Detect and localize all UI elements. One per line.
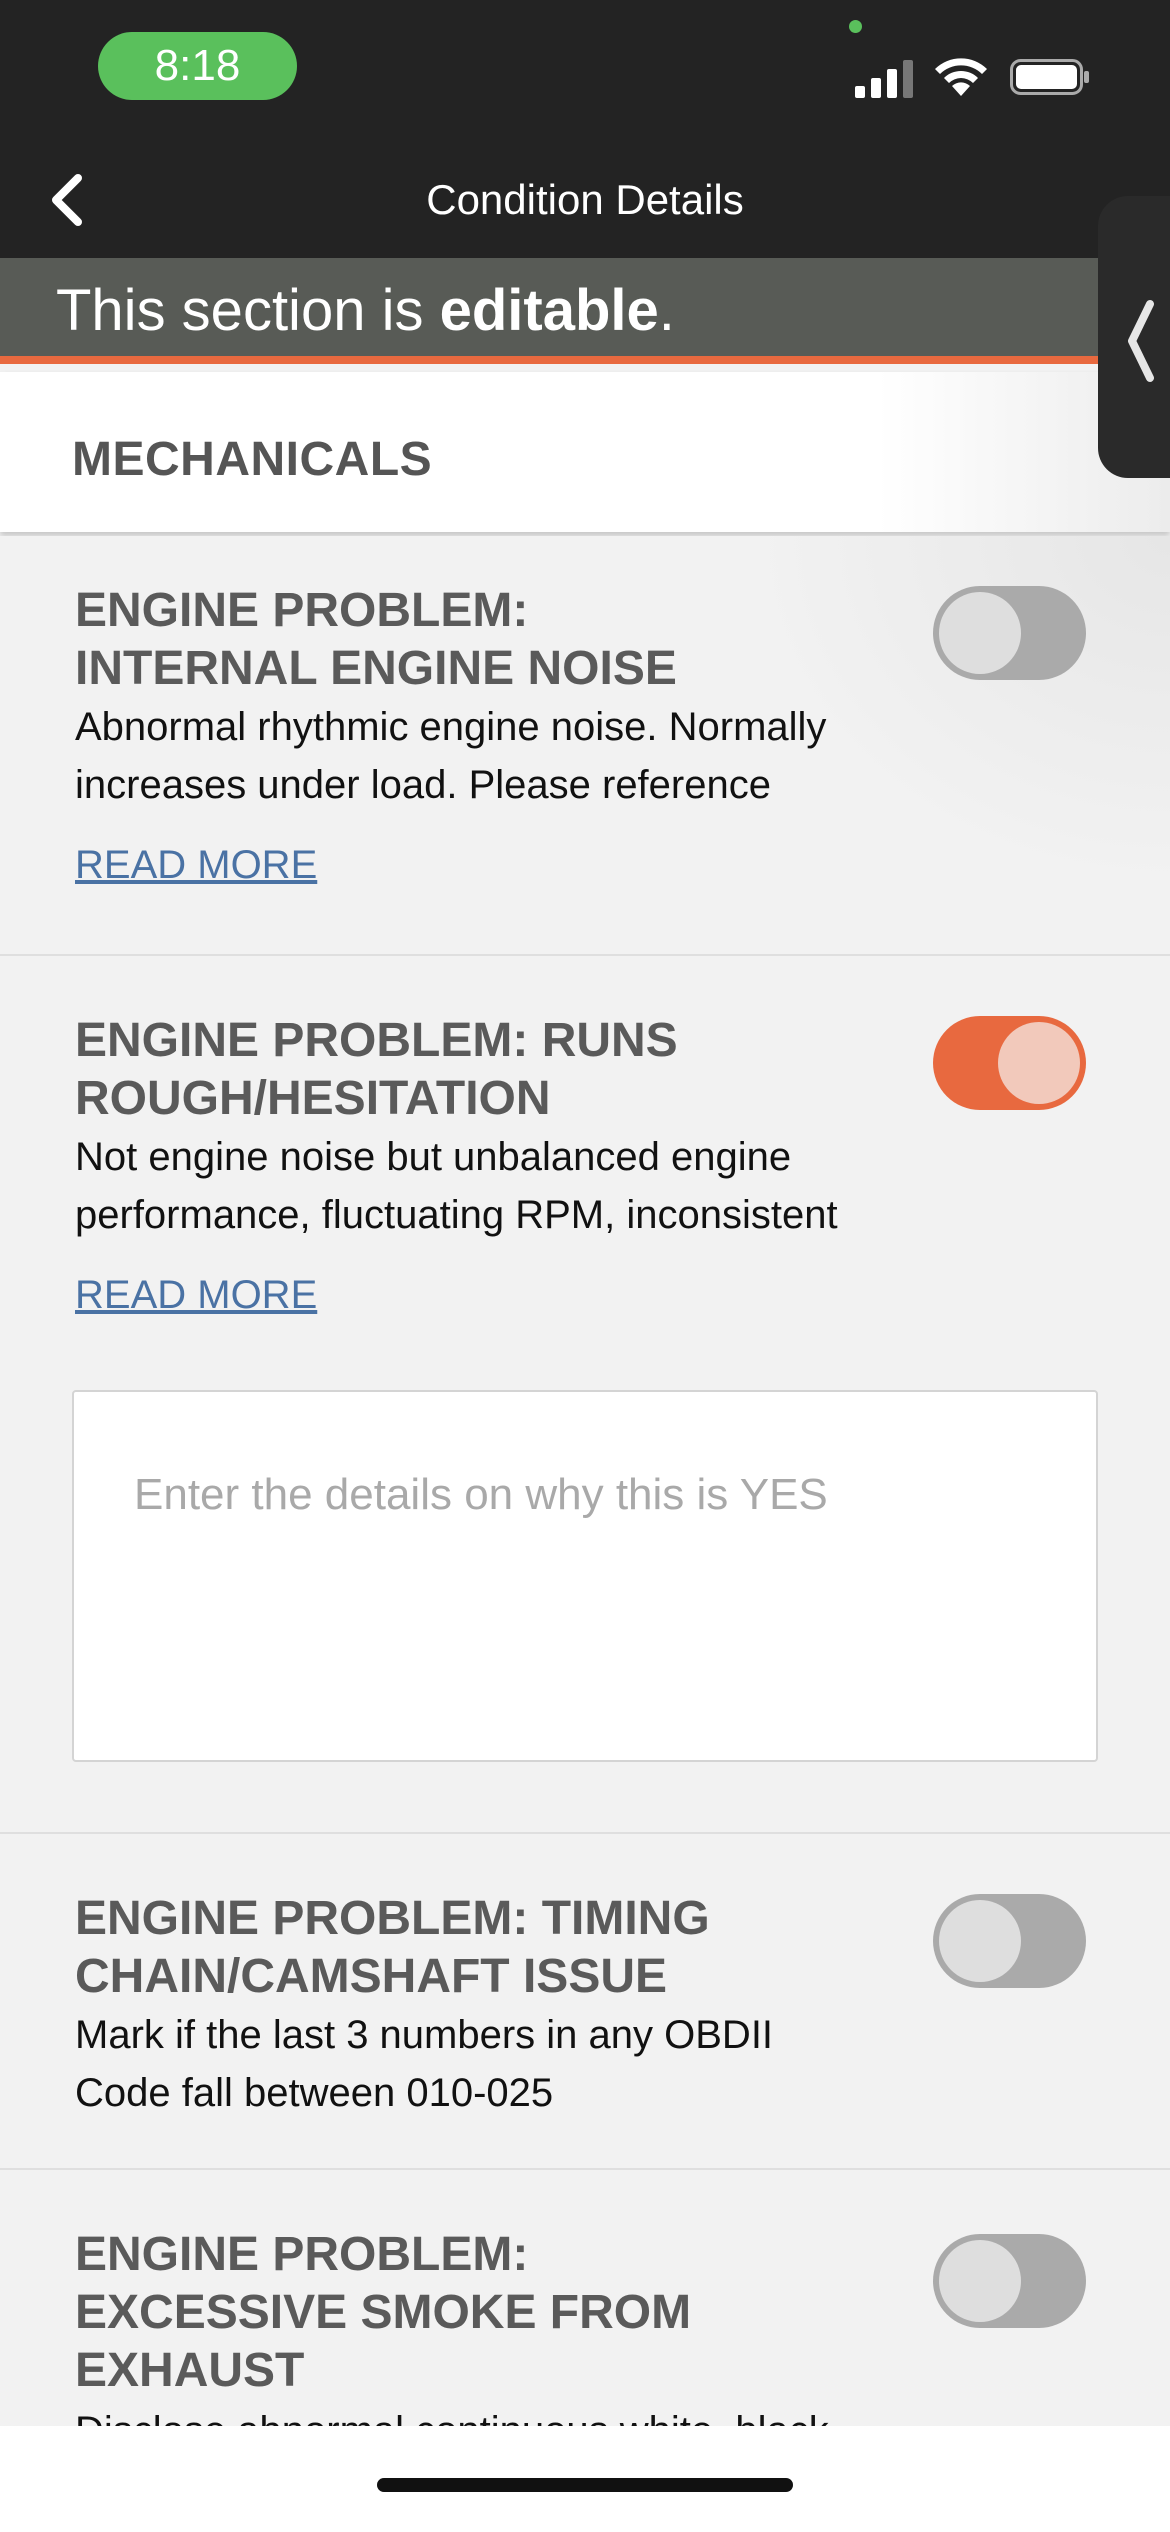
details-input[interactable]: [72, 1390, 1098, 1762]
wifi-icon: [935, 58, 987, 96]
condition-item-runs-rough: ENGINE PROBLEM: RUNS ROUGH/HESITATION No…: [0, 956, 1170, 1834]
condition-toggle[interactable]: [933, 1016, 1086, 1110]
toggle-knob: [939, 2240, 1021, 2322]
read-more-link[interactable]: READ MORE: [75, 1270, 317, 1320]
condition-description: Mark if the last 3 numbers in any OBDII …: [75, 2013, 774, 2115]
side-drawer-handle[interactable]: [1098, 196, 1170, 478]
condition-title: ENGINE PROBLEM: INTERNAL ENGINE NOISE: [75, 584, 677, 695]
condition-title: ENGINE PROBLEM: RUNS ROUGH/HESITATION: [75, 1014, 678, 1125]
home-indicator[interactable]: [377, 2478, 793, 2492]
navigation-bar: Condition Details: [0, 140, 1170, 258]
editable-banner-text: This section is editable.: [56, 278, 675, 343]
condition-list: ENGINE PROBLEM: INTERNAL ENGINE NOISE Ab…: [0, 536, 1170, 2426]
battery-icon: [1010, 59, 1089, 95]
section-title: MECHANICALS: [72, 433, 433, 486]
condition-description: Abnormal rhythmic engine noise. Normally…: [75, 705, 827, 807]
section-header: MECHANICALS: [0, 372, 1170, 532]
home-indicator-area: [0, 2426, 1170, 2532]
status-time: 8:18: [98, 32, 297, 100]
condition-title: ENGINE PROBLEM: TIMING CHAIN/CAMSHAFT IS…: [75, 1892, 710, 2003]
editable-banner: This section is editable.: [0, 258, 1170, 364]
condition-toggle[interactable]: [933, 1894, 1086, 1988]
condition-item-timing-chain: ENGINE PROBLEM: TIMING CHAIN/CAMSHAFT IS…: [0, 1834, 1170, 2170]
condition-toggle[interactable]: [933, 586, 1086, 680]
toggle-knob: [939, 1900, 1021, 1982]
condition-description: Not engine noise but unbalanced engine p…: [75, 1135, 838, 1237]
condition-item-excessive-smoke: ENGINE PROBLEM: EXCESSIVE SMOKE FROM EXH…: [0, 2170, 1170, 2426]
cellular-signal-icon: [855, 60, 913, 98]
chevron-left-icon: [1128, 300, 1154, 382]
condition-description: Disclose abnormal continuous white, blac…: [75, 2402, 905, 2426]
page-title: Condition Details: [426, 176, 744, 223]
toggle-knob: [939, 592, 1021, 674]
privacy-indicator-dot: [849, 20, 862, 33]
read-more-link[interactable]: READ MORE: [75, 840, 317, 890]
condition-title: ENGINE PROBLEM: EXCESSIVE SMOKE FROM EXH…: [75, 2228, 692, 2397]
condition-item-internal-engine-noise: ENGINE PROBLEM: INTERNAL ENGINE NOISE Ab…: [0, 536, 1170, 956]
status-bar: 8:18: [0, 0, 1170, 140]
toggle-knob: [998, 1022, 1080, 1104]
condition-toggle[interactable]: [933, 2234, 1086, 2328]
